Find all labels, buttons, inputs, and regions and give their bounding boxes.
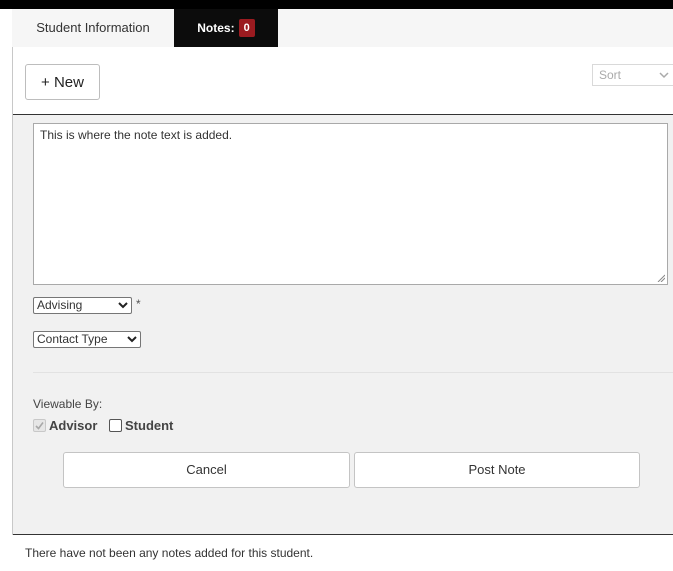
tab-notes-label: Notes: (197, 21, 235, 35)
notes-count-badge: 0 (238, 19, 255, 37)
chevron-down-icon (658, 65, 670, 92)
contact-type-value: Contact Type (37, 332, 108, 346)
note-category-select[interactable]: Advising (33, 297, 132, 314)
sort-select-label: Sort (599, 68, 622, 82)
advisor-checkbox[interactable] (33, 419, 46, 432)
note-textarea[interactable]: This is where the note text is added. (33, 123, 668, 285)
new-note-button[interactable]: + New (25, 64, 100, 100)
tab-student-information[interactable]: Student Information (12, 9, 174, 47)
advisor-checkbox-label: Advisor (49, 418, 98, 433)
tab-student-information-label: Student Information (36, 20, 150, 35)
tab-notes[interactable]: Notes: 0 (174, 9, 278, 47)
viewable-by-label: Viewable By: (33, 397, 103, 411)
chevron-down-icon (127, 332, 137, 352)
resize-handle-icon[interactable] (657, 274, 665, 282)
sort-select[interactable]: Sort (592, 64, 673, 86)
chevron-down-icon (118, 298, 128, 318)
student-checkbox[interactable] (109, 419, 122, 432)
note-textarea-value: This is where the note text is added. (40, 128, 233, 142)
empty-notes-message: There have not been any notes added for … (25, 546, 314, 560)
required-marker: * (136, 297, 141, 311)
post-note-button[interactable]: Post Note (354, 452, 640, 488)
contact-type-select[interactable]: Contact Type (33, 331, 141, 348)
tab-strip: Student Information Notes: 0 (12, 9, 673, 47)
top-bar (0, 0, 673, 9)
cancel-button[interactable]: Cancel (63, 452, 350, 488)
note-category-value: Advising (37, 298, 83, 312)
checkmark-icon (35, 422, 44, 430)
note-editor-panel: This is where the note text is added. Ad… (13, 114, 673, 535)
section-divider (33, 372, 673, 373)
student-checkbox-label: Student (125, 418, 174, 433)
